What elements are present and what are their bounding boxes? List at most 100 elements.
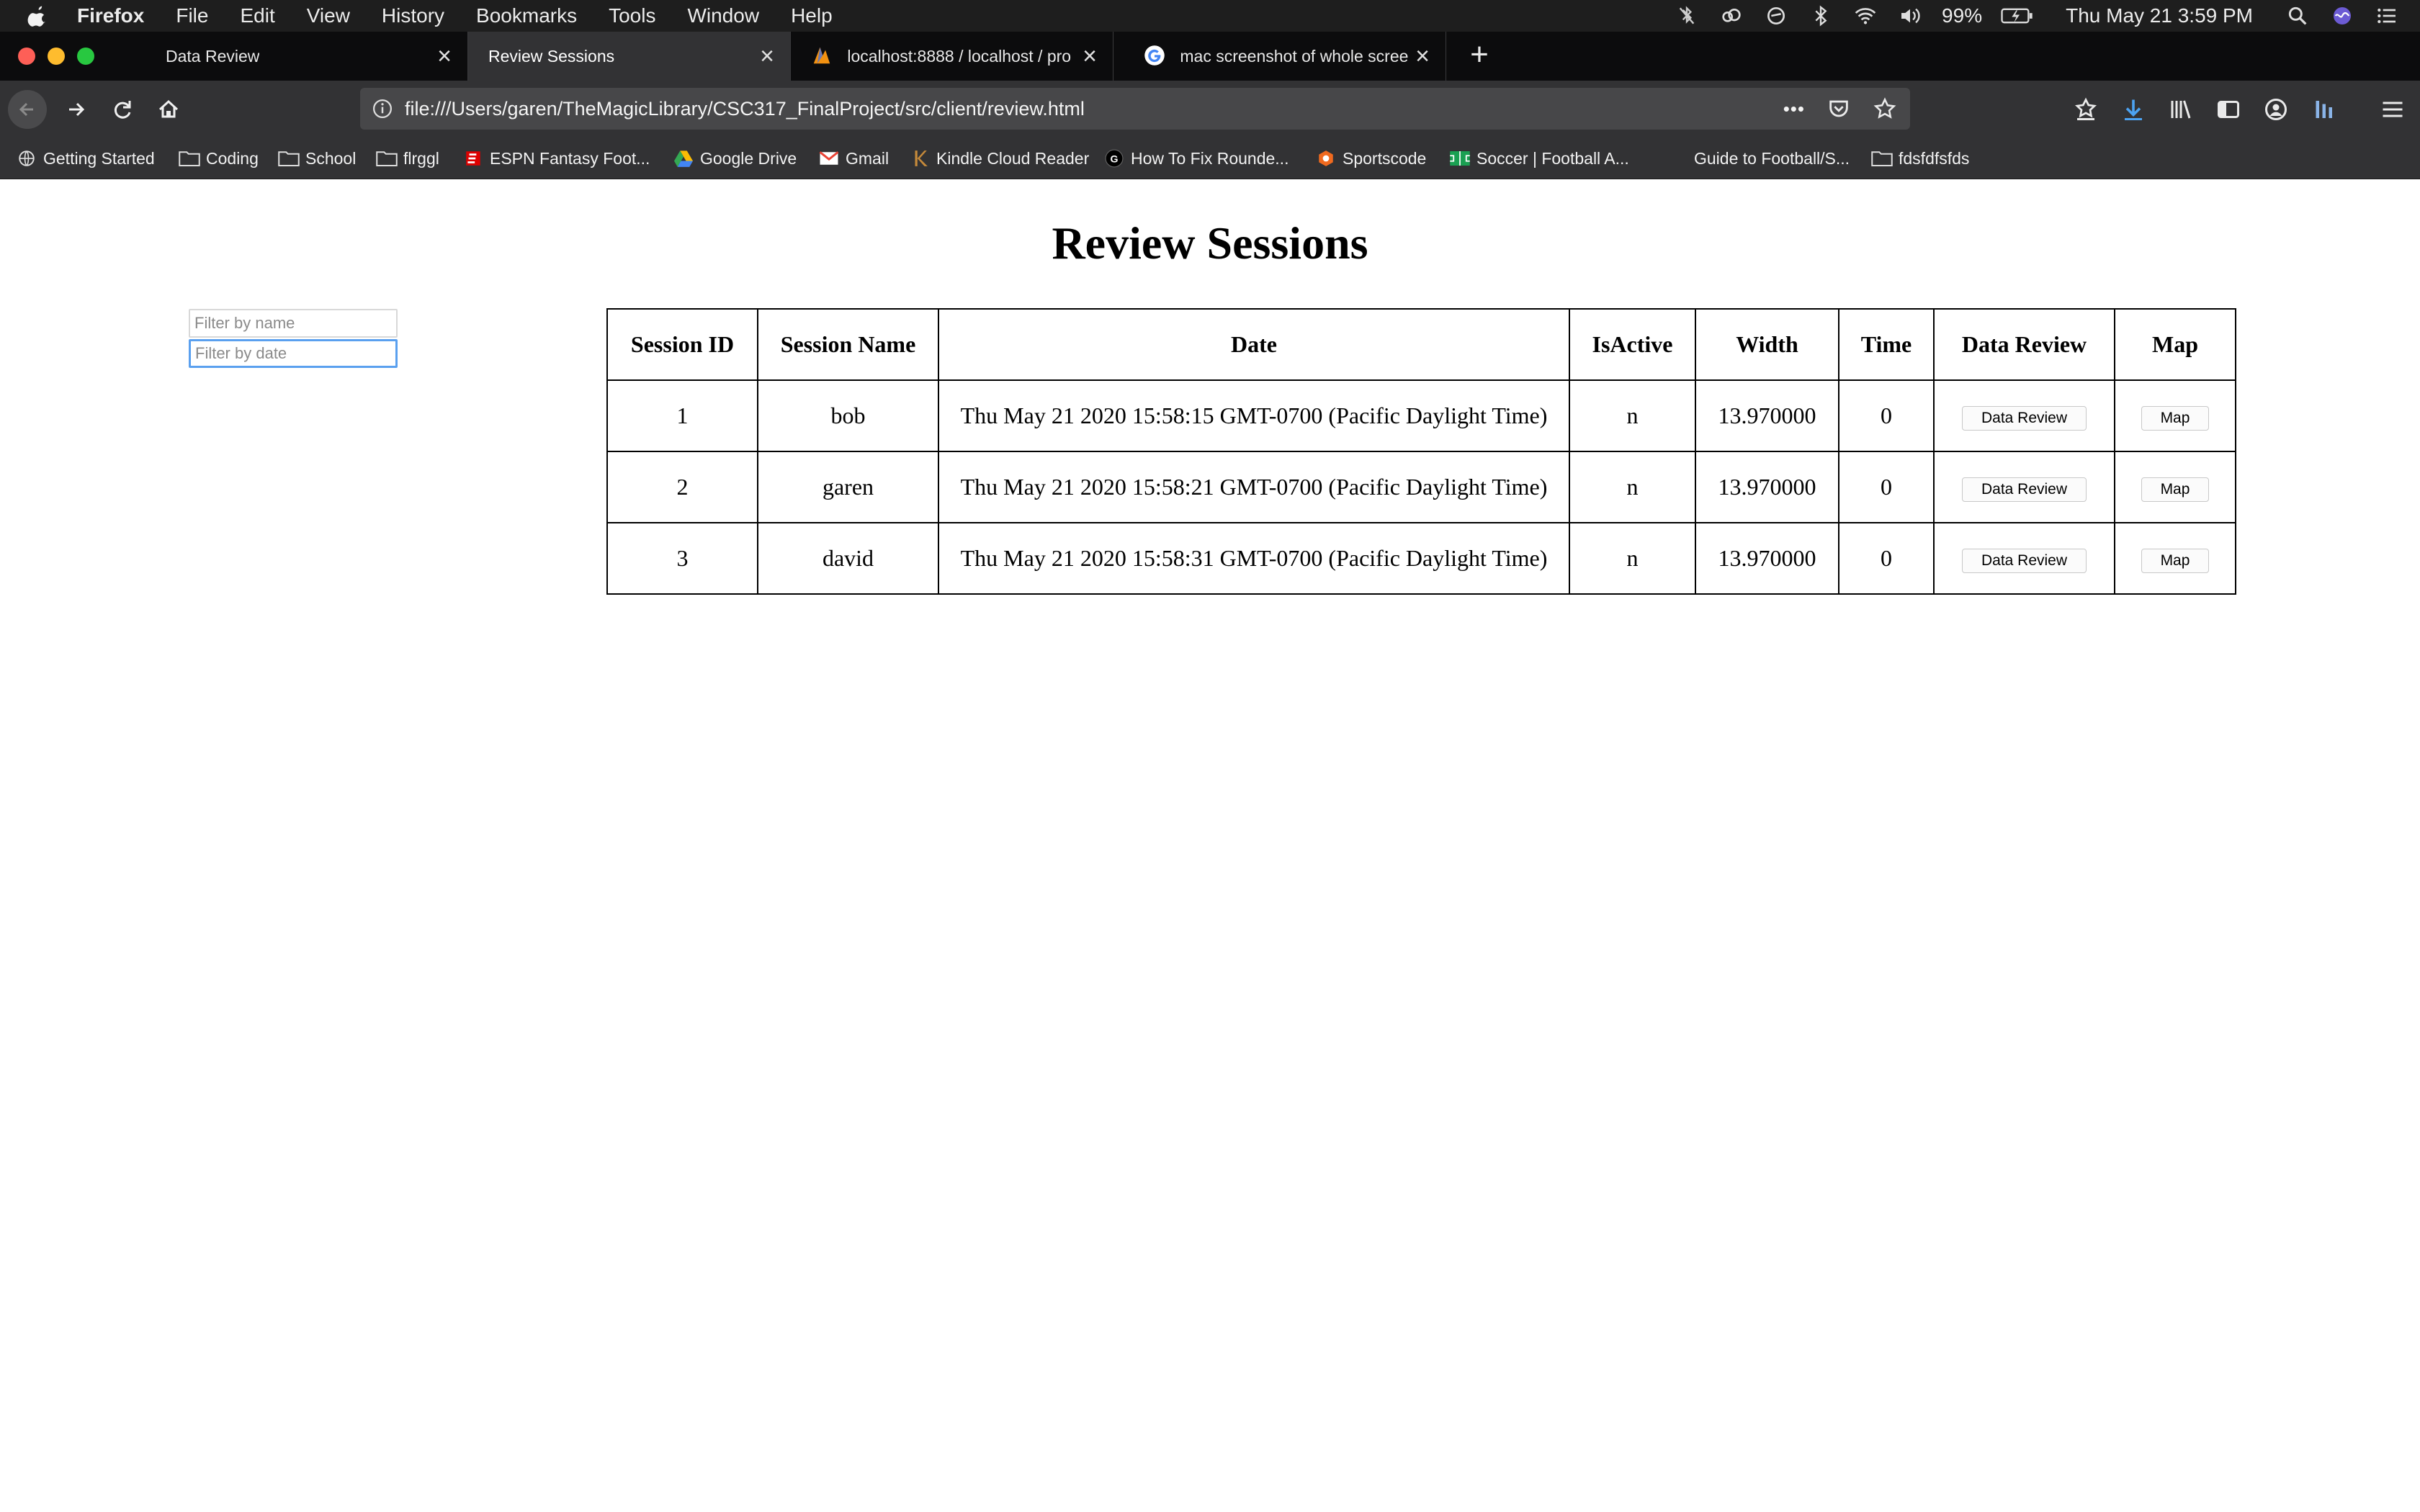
tab-close-icon[interactable]: × xyxy=(1415,32,1430,81)
folder-icon xyxy=(179,151,200,166)
tab-close-icon[interactable]: × xyxy=(760,32,774,81)
bluetooth-off-icon[interactable] xyxy=(1674,4,1700,27)
cell-data-review: Data Review xyxy=(1933,522,2115,595)
tab-close-icon[interactable]: × xyxy=(1083,32,1097,81)
map-button[interactable]: Map xyxy=(2141,477,2210,502)
cell-session-id: 3 xyxy=(606,522,758,595)
window-zoom-button[interactable] xyxy=(77,48,94,65)
table-row: 1 bob Thu May 21 2020 15:58:15 GMT-0700 … xyxy=(606,379,2236,452)
menu-help[interactable]: Help xyxy=(791,0,833,32)
data-review-button[interactable]: Data Review xyxy=(1961,548,2087,573)
window-minimize-button[interactable] xyxy=(48,48,65,65)
tab-close-icon[interactable]: × xyxy=(437,32,452,81)
reading-list-icon[interactable] xyxy=(2073,96,2099,122)
bookmark-guide-to-football[interactable]: Guide to Football/S... xyxy=(1694,138,1850,179)
tab-google-search[interactable]: mac screenshot of whole scree × xyxy=(1124,32,1446,81)
bluetooth-icon[interactable] xyxy=(1808,4,1834,27)
cell-date: Thu May 21 2020 15:58:21 GMT-0700 (Pacif… xyxy=(938,451,1570,523)
menu-tools[interactable]: Tools xyxy=(609,0,655,32)
gmail-icon xyxy=(819,151,839,165)
espn-icon xyxy=(466,151,480,166)
sync-icon[interactable] xyxy=(1763,4,1789,27)
cell-width: 13.970000 xyxy=(1695,522,1839,595)
bookmark-espn-fantasy[interactable]: ESPN Fantasy Foot... xyxy=(462,138,650,179)
column-header-map: Map xyxy=(2114,308,2236,381)
map-button[interactable]: Map xyxy=(2141,405,2210,431)
folder-icon xyxy=(278,151,300,166)
bookmark-sportscode[interactable]: Sportscode xyxy=(1315,138,1426,179)
bookmark-how-to-fix[interactable]: G How To Fix Rounde... xyxy=(1103,138,1289,179)
bookmark-label: School xyxy=(305,149,357,168)
menu-firefox[interactable]: Firefox xyxy=(77,0,144,32)
extension-icon[interactable] xyxy=(2311,96,2336,122)
forward-button[interactable] xyxy=(56,89,97,130)
sessions-table: Session ID Session Name Date IsActive Wi… xyxy=(606,308,2236,595)
bookmark-star-icon[interactable] xyxy=(1873,96,1897,121)
column-header-width: Width xyxy=(1695,308,1839,381)
bookmark-folder-fdsfdfsfds[interactable]: fdsfdfsfds xyxy=(1871,138,1969,179)
site-info-icon[interactable] xyxy=(372,98,393,120)
tab-data-review[interactable]: Data Review × xyxy=(145,32,468,81)
bookmark-google-drive[interactable]: Google Drive xyxy=(673,138,797,179)
menu-edit[interactable]: Edit xyxy=(240,0,274,32)
home-button[interactable] xyxy=(148,89,189,130)
creative-cloud-icon[interactable] xyxy=(1718,4,1744,27)
cell-session-id: 1 xyxy=(606,379,758,452)
filter-by-name-input[interactable] xyxy=(189,309,398,338)
menubar-clock[interactable]: Thu May 21 3:59 PM xyxy=(2066,0,2253,32)
menu-window[interactable]: Window xyxy=(687,0,759,32)
cell-data-review: Data Review xyxy=(1933,379,2115,452)
page-content: Review Sessions Session ID Session Name … xyxy=(0,179,2420,1512)
bookmark-gmail[interactable]: Gmail xyxy=(818,138,889,179)
new-tab-button[interactable]: + xyxy=(1458,32,1501,81)
apple-menu-icon[interactable] xyxy=(27,4,49,27)
bookmark-folder-school[interactable]: School xyxy=(278,138,356,179)
hamburger-menu-icon[interactable] xyxy=(2380,96,2406,122)
filter-by-date-input[interactable] xyxy=(189,339,398,368)
tab-phpmyadmin[interactable]: localhost:8888 / localhost / pro × xyxy=(791,32,1113,81)
sidebar-icon[interactable] xyxy=(2215,96,2241,122)
browser-tab-strip: Data Review × Review Sessions × localhos… xyxy=(0,32,2420,81)
account-icon[interactable] xyxy=(2263,96,2289,122)
volume-icon[interactable] xyxy=(1897,4,1923,27)
back-button[interactable] xyxy=(7,89,48,130)
page-actions-menu[interactable]: ••• xyxy=(1783,88,1805,130)
bookmark-folder-coding[interactable]: Coding xyxy=(179,138,259,179)
tab-label: Review Sessions xyxy=(488,47,615,66)
tab-label: localhost:8888 / localhost / pro xyxy=(847,47,1072,66)
siri-icon[interactable] xyxy=(2329,4,2355,27)
pocket-icon[interactable] xyxy=(1827,96,1851,121)
wifi-icon[interactable] xyxy=(1852,4,1878,27)
battery-icon[interactable] xyxy=(2001,4,2034,27)
notification-center-icon[interactable] xyxy=(2374,4,2400,27)
bookmarks-toolbar: Getting Started Coding School flrggl ESP… xyxy=(0,138,2420,179)
tab-review-sessions[interactable]: Review Sessions × xyxy=(468,32,791,81)
bookmark-folder-flrggl[interactable]: flrggl xyxy=(376,138,439,179)
cell-time: 0 xyxy=(1838,522,1935,595)
menu-bookmarks[interactable]: Bookmarks xyxy=(476,0,577,32)
cell-isactive: n xyxy=(1569,522,1696,595)
bookmark-label: Kindle Cloud Reader xyxy=(936,149,1090,168)
menu-file[interactable]: File xyxy=(176,0,208,32)
bookmark-kindle-cloud-reader[interactable]: Kindle Cloud Reader xyxy=(909,138,1089,179)
battery-percentage: 99% xyxy=(1942,4,1983,27)
map-button[interactable]: Map xyxy=(2141,548,2210,573)
address-bar-url: file:///Users/garen/TheMagicLibrary/CSC3… xyxy=(405,98,1085,120)
address-bar[interactable]: file:///Users/garen/TheMagicLibrary/CSC3… xyxy=(360,88,1910,130)
cell-time: 0 xyxy=(1838,379,1935,452)
reload-button[interactable] xyxy=(102,89,143,130)
menu-view[interactable]: View xyxy=(307,0,350,32)
svg-text:G: G xyxy=(1111,153,1119,164)
downloads-icon[interactable] xyxy=(2120,96,2146,122)
spotlight-icon[interactable] xyxy=(2285,4,2311,27)
column-header-isactive: IsActive xyxy=(1569,308,1696,381)
bookmark-getting-started[interactable]: Getting Started xyxy=(16,138,155,179)
window-close-button[interactable] xyxy=(18,48,35,65)
data-review-button[interactable]: Data Review xyxy=(1961,477,2087,502)
library-icon[interactable] xyxy=(2168,96,2194,122)
macos-menu-bar: Firefox File Edit View History Bookmarks… xyxy=(0,0,2420,32)
bookmark-soccer-football[interactable]: Soccer | Football A... xyxy=(1449,138,1629,179)
data-review-button[interactable]: Data Review xyxy=(1961,405,2087,431)
cell-time: 0 xyxy=(1838,451,1935,523)
menu-history[interactable]: History xyxy=(382,0,444,32)
